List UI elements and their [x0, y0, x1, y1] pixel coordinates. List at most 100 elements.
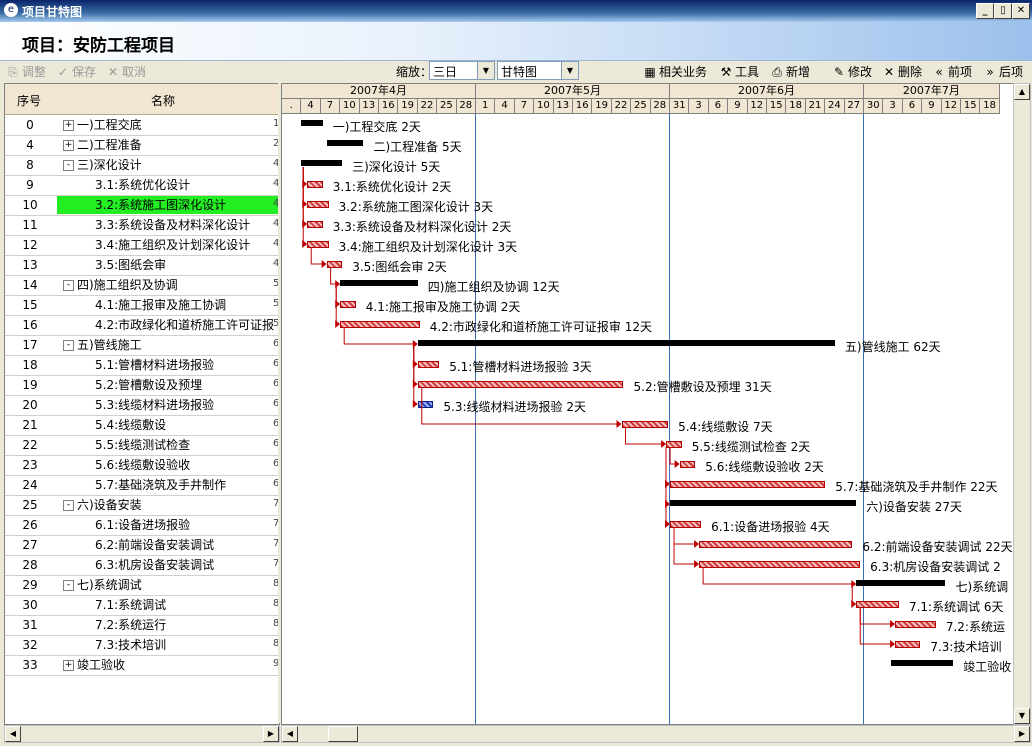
- task-name-cell[interactable]: 5.7:基础浇筑及手井制作: [57, 476, 279, 494]
- task-name-cell[interactable]: - 四)施工组织及协调: [57, 276, 279, 294]
- arrow-icon: [616, 420, 622, 428]
- tools-button[interactable]: ⚒ 工具: [719, 63, 759, 80]
- collapse-icon[interactable]: -: [63, 160, 74, 171]
- task-row[interactable]: 24 5.7:基础浇筑及手井制作 6: [5, 475, 279, 496]
- task-row[interactable]: 33 + 竣工验收 9: [5, 655, 279, 676]
- expand-icon[interactable]: +: [63, 120, 74, 131]
- cancel-button[interactable]: ✕ 取消: [106, 63, 146, 80]
- task-name-cell[interactable]: 6.2:前端设备安装调试: [57, 536, 279, 554]
- task-row[interactable]: 19 5.2:管槽敷设及预埋 6: [5, 375, 279, 396]
- task-row[interactable]: 31 7.2:系统运行 8: [5, 615, 279, 636]
- gantt-horizontal-scrollbar[interactable]: ◀ ▶: [281, 725, 1031, 743]
- task-row[interactable]: 28 6.3:机房设备安装调试 7: [5, 555, 279, 576]
- view-value: 甘特图: [501, 65, 538, 79]
- name-column-header[interactable]: 名称: [151, 92, 175, 109]
- task-name-cell[interactable]: 5.5:线缆测试检查: [57, 436, 279, 454]
- task-row[interactable]: 25- 六)设备安装 7: [5, 495, 279, 516]
- task-row[interactable]: 21 5.4:线缆敷设 6: [5, 415, 279, 436]
- task-name-cell[interactable]: 7.3:技术培训: [57, 636, 279, 654]
- task-name-cell[interactable]: - 六)设备安装: [57, 496, 279, 514]
- task-name-cell[interactable]: 5.2:管槽敷设及预埋: [57, 376, 279, 394]
- collapse-icon[interactable]: -: [63, 500, 74, 511]
- collapse-icon[interactable]: -: [63, 580, 74, 591]
- task-row[interactable]: 20 5.3:线缆材料进场报验 6: [5, 395, 279, 416]
- task-row[interactable]: 14- 四)施工组织及协调 5: [5, 275, 279, 296]
- task-row[interactable]: 0 + 一)工程交底 1: [5, 115, 279, 136]
- adjust-icon: ⎘: [8, 65, 18, 79]
- arrow-icon: [890, 620, 896, 628]
- task-row[interactable]: 9 3.1:系统优化设计 4: [5, 175, 279, 196]
- save-button[interactable]: ✓ 保存: [56, 63, 96, 80]
- task-row[interactable]: 12 3.4:施工组织及计划深化设计 4: [5, 235, 279, 256]
- task-name-cell[interactable]: + 竣工验收: [57, 656, 279, 674]
- seq-column-header[interactable]: 序号: [17, 92, 41, 109]
- chevron-down-icon[interactable]: ▼: [477, 62, 494, 79]
- scroll-right-icon[interactable]: ▶: [1014, 726, 1030, 742]
- prev-button[interactable]: « 前项: [932, 63, 972, 80]
- vertical-scrollbar[interactable]: ▲ ▼: [1013, 83, 1031, 725]
- task-row[interactable]: 10 3.2:系统施工图深化设计 4: [5, 195, 279, 216]
- task-name-cell[interactable]: 6.1:设备进场报验: [57, 516, 279, 534]
- task-name-cell[interactable]: 3.3:系统设备及材料深化设计: [57, 216, 279, 234]
- delete-button[interactable]: ✕ 删除: [882, 63, 922, 80]
- related-button[interactable]: ▦ 相关业务: [643, 63, 707, 80]
- task-name-cell[interactable]: + 一)工程交底: [57, 116, 279, 134]
- left-horizontal-scrollbar[interactable]: ◀ ▶: [4, 725, 280, 743]
- task-name-cell[interactable]: 3.4:施工组织及计划深化设计: [57, 236, 279, 254]
- task-row[interactable]: 13 3.5:图纸会审 4: [5, 255, 279, 276]
- task-row[interactable]: 27 6.2:前端设备安装调试 7: [5, 535, 279, 556]
- task-name-cell[interactable]: 7.2:系统运行: [57, 616, 279, 634]
- task-name-cell[interactable]: 3.5:图纸会审: [57, 256, 279, 274]
- task-name-cell[interactable]: - 三)深化设计: [57, 156, 279, 174]
- add-button[interactable]: ⎙ 新增: [770, 63, 810, 80]
- task-name-cell[interactable]: 5.4:线缆敷设: [57, 416, 279, 434]
- expand-icon[interactable]: +: [63, 140, 74, 151]
- task-name-cell[interactable]: 3.1:系统优化设计: [57, 176, 279, 194]
- chevron-down-icon[interactable]: ▼: [561, 62, 578, 79]
- task-row[interactable]: 32 7.3:技术培训 8: [5, 635, 279, 656]
- task-row[interactable]: 15 4.1:施工报审及施工协调 5: [5, 295, 279, 316]
- task-name-cell[interactable]: + 二)工程准备: [57, 136, 279, 154]
- task-name: 5.6:线缆敷设验收: [95, 458, 191, 472]
- task-row[interactable]: 26 6.1:设备进场报验 7: [5, 515, 279, 536]
- edit-button[interactable]: ✎ 修改: [832, 63, 872, 80]
- scroll-up-icon[interactable]: ▲: [1014, 84, 1030, 100]
- task-name-cell[interactable]: 5.6:线缆敷设验收: [57, 456, 279, 474]
- next-button[interactable]: » 后项: [983, 63, 1023, 80]
- restore-button[interactable]: ▯: [994, 3, 1012, 19]
- task-row[interactable]: 30 7.1:系统调试 8: [5, 595, 279, 616]
- task-row[interactable]: 17- 五)管线施工 6: [5, 335, 279, 356]
- task-name-cell[interactable]: 4.1:施工报审及施工协调: [57, 296, 279, 314]
- task-seq: 27: [22, 538, 38, 552]
- task-name-cell[interactable]: 4.2:市政绿化和道桥施工许可证报: [57, 316, 279, 334]
- expand-icon[interactable]: +: [63, 660, 74, 671]
- scroll-right-icon[interactable]: ▶: [263, 726, 279, 742]
- minimize-button[interactable]: _: [976, 3, 994, 19]
- adjust-button[interactable]: ⎘ 调整: [6, 63, 46, 80]
- task-name-cell[interactable]: 7.1:系统调试: [57, 596, 279, 614]
- task-row[interactable]: 22 5.5:线缆测试检查 6: [5, 435, 279, 456]
- task-name-cell[interactable]: 6.3:机房设备安装调试: [57, 556, 279, 574]
- scroll-thumb[interactable]: [328, 726, 358, 742]
- collapse-icon[interactable]: -: [63, 340, 74, 351]
- task-row[interactable]: 8- 三)深化设计 4: [5, 155, 279, 176]
- task-row[interactable]: 16 4.2:市政绿化和道桥施工许可证报 5: [5, 315, 279, 336]
- task-row[interactable]: 11 3.3:系统设备及材料深化设计 4: [5, 215, 279, 236]
- zoom-select[interactable]: 三日 ▼: [429, 61, 495, 80]
- dependency-link: [343, 327, 417, 345]
- collapse-icon[interactable]: -: [63, 280, 74, 291]
- view-select[interactable]: 甘特图 ▼: [497, 61, 579, 80]
- task-name-cell[interactable]: 5.3:线缆材料进场报验: [57, 396, 279, 414]
- close-button[interactable]: ✕: [1012, 3, 1030, 19]
- scroll-down-icon[interactable]: ▼: [1014, 708, 1030, 724]
- task-name-cell[interactable]: 3.2:系统施工图深化设计: [57, 196, 279, 214]
- scroll-left-icon[interactable]: ◀: [5, 726, 21, 742]
- scroll-left-icon[interactable]: ◀: [282, 726, 298, 742]
- task-name-cell[interactable]: 5.1:管槽材料进场报验: [57, 356, 279, 374]
- task-name-cell[interactable]: - 五)管线施工: [57, 336, 279, 354]
- task-name-cell[interactable]: - 七)系统调试: [57, 576, 279, 594]
- task-row[interactable]: 4 + 二)工程准备 2: [5, 135, 279, 156]
- task-row[interactable]: 29- 七)系统调试 8: [5, 575, 279, 596]
- task-row[interactable]: 18 5.1:管槽材料进场报验 6: [5, 355, 279, 376]
- task-row[interactable]: 23 5.6:线缆敷设验收 6: [5, 455, 279, 476]
